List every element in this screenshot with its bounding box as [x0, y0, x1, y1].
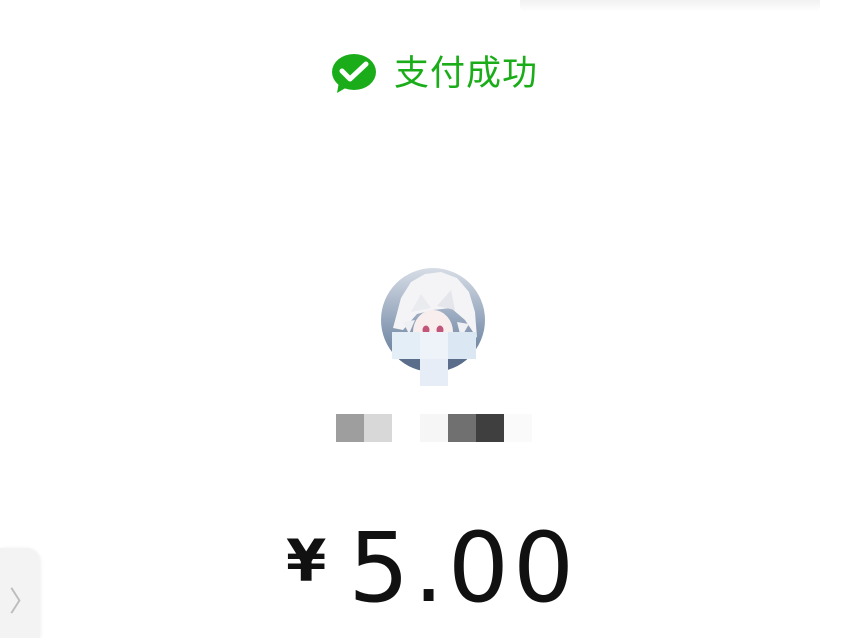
- payment-success-screen: 支付成功 ¥ 5.00 〉: [0, 0, 864, 638]
- wechat-pay-check-icon: [332, 54, 376, 93]
- currency-symbol: ¥: [285, 527, 327, 595]
- top-bar-edge: [520, 0, 820, 12]
- payment-amount: ¥5.00: [0, 512, 864, 624]
- avatar-privacy-mosaic: [392, 332, 476, 386]
- payment-status: 支付成功: [330, 50, 538, 98]
- chevron-right-icon: 〉: [9, 585, 38, 618]
- side-drawer-handle[interactable]: 〉: [0, 548, 40, 638]
- payment-status-text: 支付成功: [394, 54, 539, 94]
- amount-value: 5.00: [348, 512, 579, 624]
- payee-name-mosaic: [336, 414, 532, 442]
